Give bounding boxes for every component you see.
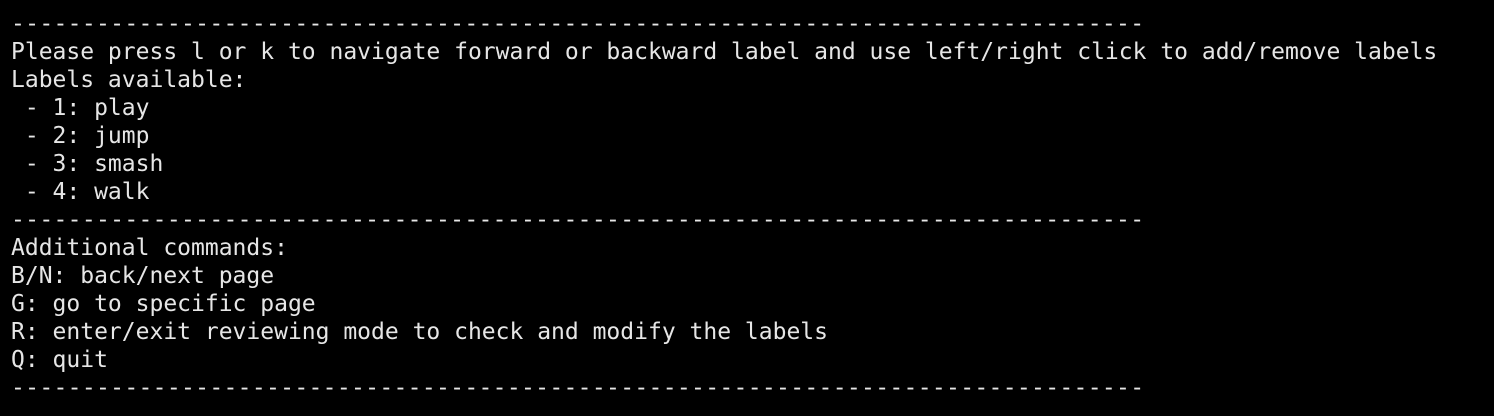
separator-line: ----------------------------------------… xyxy=(11,207,1145,233)
command-back-next: B/N: back/next page xyxy=(11,263,275,289)
command-quit: Q: quit xyxy=(11,347,108,373)
command-review-mode: R: enter/exit reviewing mode to check an… xyxy=(11,319,828,345)
separator-line: ----------------------------------------… xyxy=(11,11,1145,37)
commands-heading: Additional commands: xyxy=(11,235,288,261)
label-item-walk: - 4: walk xyxy=(11,179,150,205)
instruction-text: Please press l or k to navigate forward … xyxy=(11,39,1438,65)
label-item-jump: - 2: jump xyxy=(11,123,150,149)
terminal-window: ----------------------------------------… xyxy=(0,0,1494,416)
separator-line: ----------------------------------------… xyxy=(11,375,1145,401)
label-item-play: - 1: play xyxy=(11,95,150,121)
labels-heading: Labels available: xyxy=(11,67,247,93)
label-item-smash: - 3: smash xyxy=(11,151,164,177)
command-goto-page: G: go to specific page xyxy=(11,291,316,317)
